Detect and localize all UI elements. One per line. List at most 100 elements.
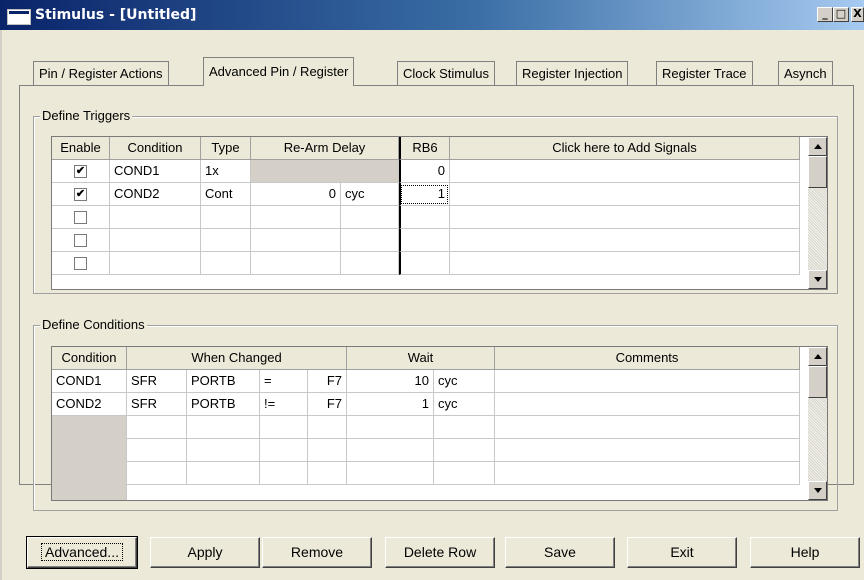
help-button[interactable]: Help	[750, 537, 860, 568]
trigger-signal-cell[interactable]	[450, 183, 800, 206]
col-header-when-changed[interactable]: When Changed	[127, 347, 347, 370]
conditions-grid[interactable]: Condition When Changed Wait Comments CON…	[51, 346, 828, 501]
delete-row-button[interactable]: Delete Row	[385, 537, 495, 568]
checkbox-unchecked[interactable]	[74, 211, 87, 225]
condition-value-cell[interactable]	[308, 439, 347, 462]
condition-comment-cell[interactable]	[495, 439, 800, 462]
enable-checkbox[interactable]	[52, 252, 110, 275]
trigger-type-cell[interactable]	[201, 229, 251, 252]
checkbox-unchecked[interactable]	[74, 257, 87, 271]
trigger-condition-cell[interactable]	[110, 229, 201, 252]
advanced-button[interactable]: Advanced...	[26, 536, 138, 569]
condition-operator-cell[interactable]	[260, 416, 308, 439]
condition-register-cell[interactable]	[187, 439, 260, 462]
condition-operator-cell[interactable]: !=	[260, 393, 308, 416]
condition-wait-unit-cell[interactable]: cyc	[434, 370, 495, 393]
scroll-up-button[interactable]	[808, 137, 827, 156]
col-header-comments[interactable]: Comments	[495, 347, 800, 370]
scroll-thumb[interactable]	[808, 366, 827, 398]
trigger-condition-cell[interactable]	[110, 206, 201, 229]
trigger-rb6-cell[interactable]	[399, 252, 450, 275]
condition-wait-unit-cell[interactable]: cyc	[434, 393, 495, 416]
condition-wait-cell[interactable]: 10	[347, 370, 434, 393]
col-header-enable[interactable]: Enable	[52, 137, 110, 160]
tab-register-injection[interactable]: Register Injection	[516, 61, 629, 85]
condition-name-cell[interactable]: COND1	[52, 370, 127, 393]
maximize-button[interactable]: □	[833, 7, 849, 22]
trigger-signal-cell[interactable]	[450, 229, 800, 252]
trigger-condition-cell[interactable]: COND1	[110, 160, 201, 183]
condition-operator-cell[interactable]: =	[260, 370, 308, 393]
condition-register-cell[interactable]	[187, 462, 260, 485]
tab-asynch[interactable]: Asynch	[778, 61, 833, 85]
trigger-signal-cell[interactable]	[450, 252, 800, 275]
condition-register-cell[interactable]: PORTB	[187, 370, 260, 393]
condition-operator-cell[interactable]	[260, 439, 308, 462]
scroll-thumb[interactable]	[808, 156, 827, 188]
col-header-rb6[interactable]: RB6	[399, 137, 450, 160]
trigger-delay-cell[interactable]	[251, 206, 341, 229]
condition-wait-unit-cell[interactable]	[434, 416, 495, 439]
checkbox-unchecked[interactable]	[74, 234, 87, 248]
apply-button[interactable]: Apply	[150, 537, 260, 568]
save-button[interactable]: Save	[505, 537, 615, 568]
col-header-wait[interactable]: Wait	[347, 347, 495, 370]
trigger-delay-cell[interactable]: 0	[251, 183, 341, 206]
triggers-vertical-scrollbar[interactable]	[808, 137, 827, 289]
condition-operator-cell[interactable]	[260, 462, 308, 485]
col-header-condition[interactable]: Condition	[52, 347, 127, 370]
conditions-vertical-scrollbar[interactable]	[808, 347, 827, 500]
condition-comment-cell[interactable]	[495, 416, 800, 439]
condition-wait-unit-cell[interactable]	[434, 462, 495, 485]
trigger-condition-cell[interactable]	[110, 252, 201, 275]
enable-checkbox[interactable]: ✔	[52, 160, 110, 183]
trigger-delay-cell[interactable]	[251, 229, 341, 252]
trigger-condition-cell[interactable]: COND2	[110, 183, 201, 206]
trigger-type-cell[interactable]: Cont	[201, 183, 251, 206]
condition-wait-unit-cell[interactable]	[434, 439, 495, 462]
enable-checkbox[interactable]	[52, 229, 110, 252]
condition-register-cell[interactable]: PORTB	[187, 393, 260, 416]
condition-wait-cell[interactable]: 1	[347, 393, 434, 416]
condition-wait-cell[interactable]	[347, 439, 434, 462]
condition-comment-cell[interactable]	[495, 393, 800, 416]
trigger-rb6-cell[interactable]: 0	[399, 160, 450, 183]
condition-comment-cell[interactable]	[495, 462, 800, 485]
condition-value-cell[interactable]: F7	[308, 393, 347, 416]
scroll-down-button[interactable]	[808, 481, 827, 500]
condition-wait-cell[interactable]	[347, 462, 434, 485]
condition-wait-cell[interactable]	[347, 416, 434, 439]
condition-sfr-cell[interactable]: SFR	[127, 393, 187, 416]
checkbox-checked[interactable]: ✔	[74, 165, 87, 179]
condition-value-cell[interactable]: F7	[308, 370, 347, 393]
condition-sfr-cell[interactable]	[127, 439, 187, 462]
condition-sfr-cell[interactable]: SFR	[127, 370, 187, 393]
trigger-type-cell[interactable]: 1x	[201, 160, 251, 183]
minimize-button[interactable]: _	[817, 7, 833, 22]
tab-pin-register-actions[interactable]: Pin / Register Actions	[33, 61, 169, 85]
close-button[interactable]: X	[851, 7, 864, 22]
condition-name-cell[interactable]: COND2	[52, 393, 127, 416]
exit-button[interactable]: Exit	[627, 537, 737, 568]
condition-sfr-cell[interactable]	[127, 416, 187, 439]
condition-comment-cell[interactable]	[495, 370, 800, 393]
col-header-type[interactable]: Type	[201, 137, 251, 160]
scroll-down-button[interactable]	[808, 270, 827, 289]
trigger-delay-unit-cell[interactable]	[341, 206, 399, 229]
condition-sfr-cell[interactable]	[127, 462, 187, 485]
enable-checkbox[interactable]: ✔	[52, 183, 110, 206]
condition-value-cell[interactable]	[308, 416, 347, 439]
trigger-signal-cell[interactable]	[450, 160, 800, 183]
trigger-signal-cell[interactable]	[450, 206, 800, 229]
trigger-delay-unit-cell[interactable]: cyc	[341, 183, 399, 206]
triggers-grid[interactable]: Enable Condition Type Re-Arm Delay RB6 C…	[51, 136, 828, 290]
trigger-delay-unit-cell[interactable]	[341, 229, 399, 252]
condition-value-cell[interactable]	[308, 462, 347, 485]
remove-button[interactable]: Remove	[262, 537, 372, 568]
checkbox-checked[interactable]: ✔	[74, 188, 87, 202]
trigger-delay-cell[interactable]	[251, 252, 341, 275]
scroll-up-button[interactable]	[808, 347, 827, 366]
add-signals-header[interactable]: Click here to Add Signals	[450, 137, 800, 160]
tab-register-trace[interactable]: Register Trace	[656, 61, 753, 85]
col-header-rearm-delay[interactable]: Re-Arm Delay	[251, 137, 399, 160]
